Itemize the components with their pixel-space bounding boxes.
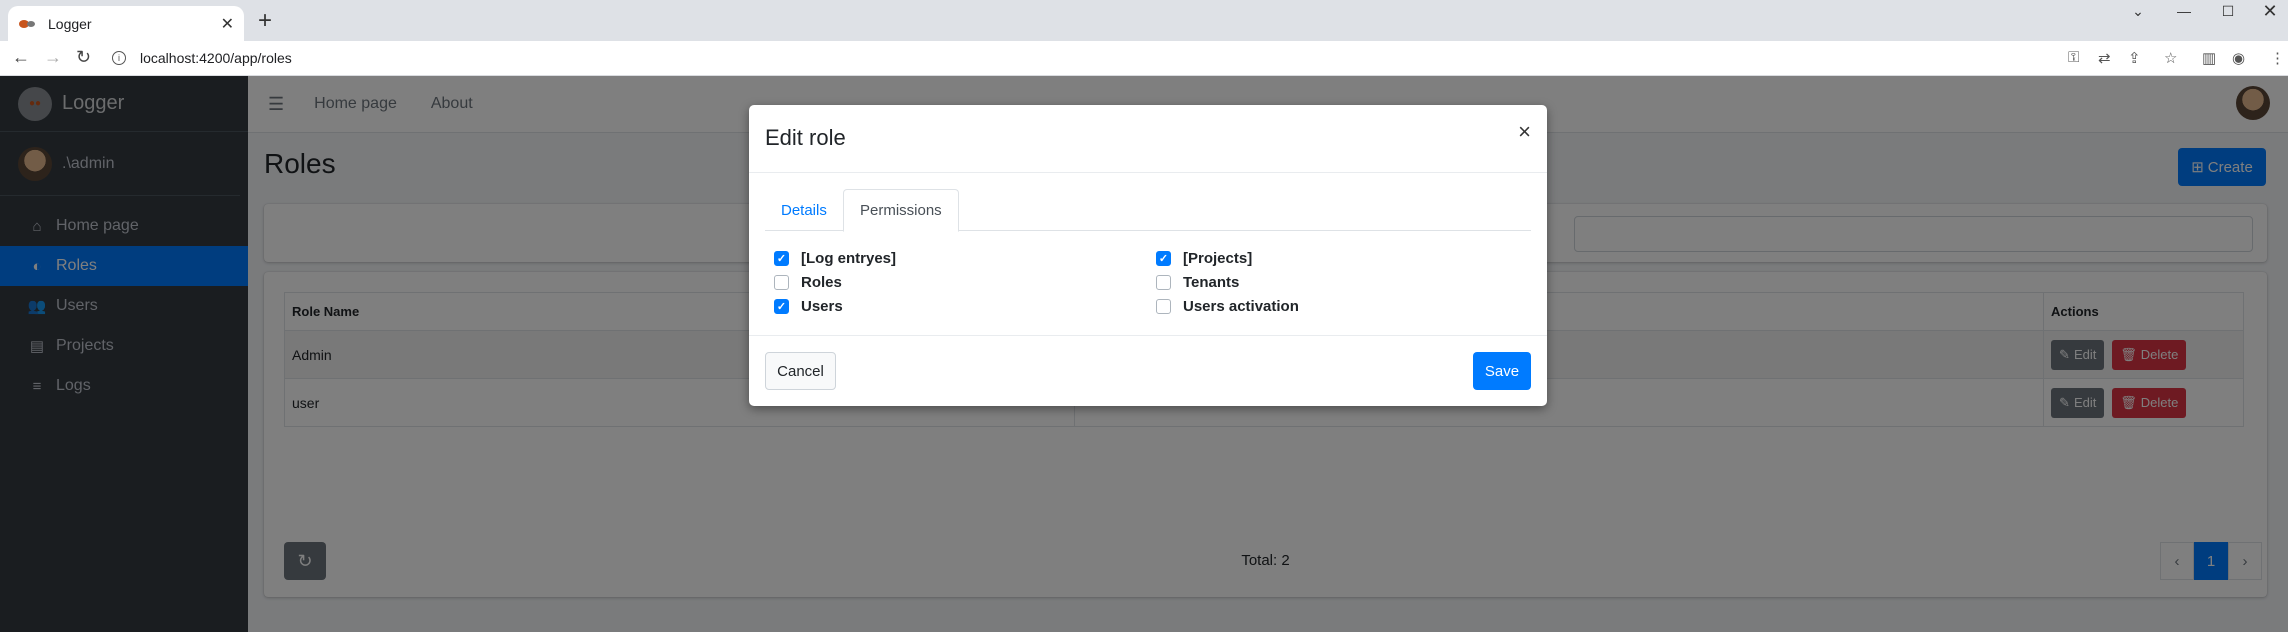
permission-users[interactable]: ✓ Users — [774, 298, 843, 315]
maximize-icon[interactable]: ☐ — [2216, 0, 2240, 22]
checkbox-checked[interactable]: ✓ — [774, 299, 789, 314]
address-bar-row: ← → ↻ i localhost:4200/app/roles ⚿ ⇄ ⇪ ☆… — [0, 41, 2288, 76]
reload-icon[interactable]: ↻ — [76, 47, 91, 68]
permission-label: Users — [801, 298, 843, 315]
browser-tab-title: Logger — [48, 15, 92, 32]
bookmark-star-icon[interactable]: ☆ — [2164, 49, 2177, 67]
close-icon[interactable]: × — [1518, 119, 1531, 145]
browser-tab-strip: Logger ✕ + ⌄ — ☐ ✕ — [0, 0, 2288, 41]
side-panel-icon[interactable]: ▥ — [2202, 49, 2216, 67]
modal-footer: Cancel Save — [749, 335, 1547, 406]
minimize-icon[interactable]: — — [2172, 0, 2196, 22]
back-icon[interactable]: ← — [12, 47, 30, 68]
permission-label: Tenants — [1183, 274, 1240, 291]
key-icon[interactable]: ⚿ — [2068, 49, 2079, 66]
permission-tenants[interactable]: Tenants — [1156, 274, 1239, 291]
share-icon[interactable]: ⇪ — [2128, 49, 2141, 67]
browser-tab[interactable]: Logger ✕ — [8, 6, 244, 41]
checkbox-checked[interactable]: ✓ — [1156, 251, 1171, 266]
profile-icon[interactable]: ◉ — [2232, 49, 2245, 67]
site-info-icon[interactable]: i — [112, 51, 126, 65]
permission-label: [Projects] — [1183, 250, 1253, 267]
checkbox-checked[interactable]: ✓ — [774, 251, 789, 266]
tab-permissions[interactable]: Permissions — [843, 189, 959, 232]
permission-log-entryes[interactable]: ✓ [Log entryes] — [774, 250, 896, 267]
url-text: localhost:4200/app/roles — [140, 50, 292, 66]
permission-roles[interactable]: Roles — [774, 274, 842, 291]
edit-role-modal: Edit role × Details Permissions ✓ [Log en… — [749, 105, 1547, 406]
translate-icon[interactable]: ⇄ — [2098, 49, 2111, 67]
permission-projects[interactable]: ✓ [Projects] — [1156, 250, 1252, 267]
modal-title: Edit role — [765, 125, 846, 150]
checkbox-unchecked[interactable] — [1156, 275, 1171, 290]
modal-tabs: Details Permissions — [765, 189, 1531, 232]
window-close-icon[interactable]: ✕ — [2258, 0, 2282, 22]
forward-icon[interactable]: → — [44, 47, 62, 68]
permission-label: Roles — [801, 274, 842, 291]
cancel-button[interactable]: Cancel — [765, 352, 836, 390]
new-tab-icon[interactable]: + — [258, 9, 272, 33]
modal-header: Edit role × — [749, 105, 1547, 173]
checkbox-unchecked[interactable] — [774, 275, 789, 290]
permission-label: [Log entryes] — [801, 250, 897, 267]
checkbox-unchecked[interactable] — [1156, 299, 1171, 314]
save-button[interactable]: Save — [1473, 352, 1531, 390]
url-field[interactable]: i localhost:4200/app/roles — [112, 45, 292, 71]
close-tab-icon[interactable]: ✕ — [221, 14, 234, 34]
tab-search-icon[interactable]: ⌄ — [2126, 0, 2150, 22]
permission-label: Users activation — [1183, 298, 1299, 315]
tab-details[interactable]: Details — [765, 189, 843, 231]
logger-favicon-icon — [18, 18, 36, 30]
browser-menu-icon[interactable]: ⋮ — [2270, 49, 2285, 67]
permission-users-activation[interactable]: Users activation — [1156, 298, 1299, 315]
